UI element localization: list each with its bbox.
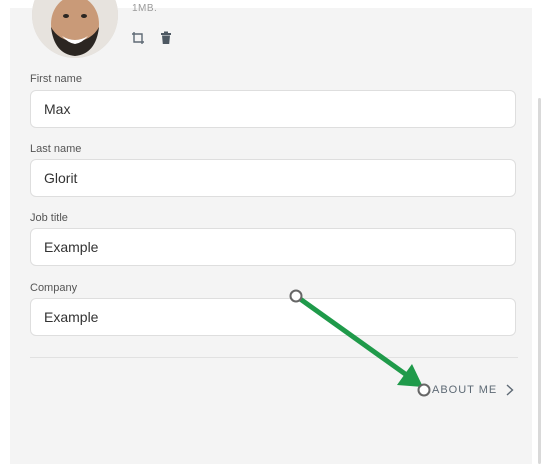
divider [30, 357, 518, 358]
first-name-input[interactable] [30, 90, 516, 128]
job-title-input[interactable] [30, 228, 516, 266]
last-name-label: Last name [30, 143, 82, 155]
last-name-input[interactable] [30, 159, 516, 197]
upload-size-hint: 1MB. [132, 3, 158, 14]
company-input[interactable] [30, 298, 516, 336]
crop-icon[interactable] [131, 31, 145, 45]
scrollbar-thumb[interactable] [538, 98, 541, 464]
delete-icon[interactable] [159, 31, 173, 45]
company-label: Company [30, 282, 78, 294]
about-me-label: ABOUT ME [432, 384, 498, 396]
job-title-label: Job title [30, 212, 68, 224]
about-me-button[interactable]: ABOUT ME [432, 381, 514, 399]
chevron-right-icon [506, 384, 514, 396]
first-name-label: First name [30, 73, 82, 85]
